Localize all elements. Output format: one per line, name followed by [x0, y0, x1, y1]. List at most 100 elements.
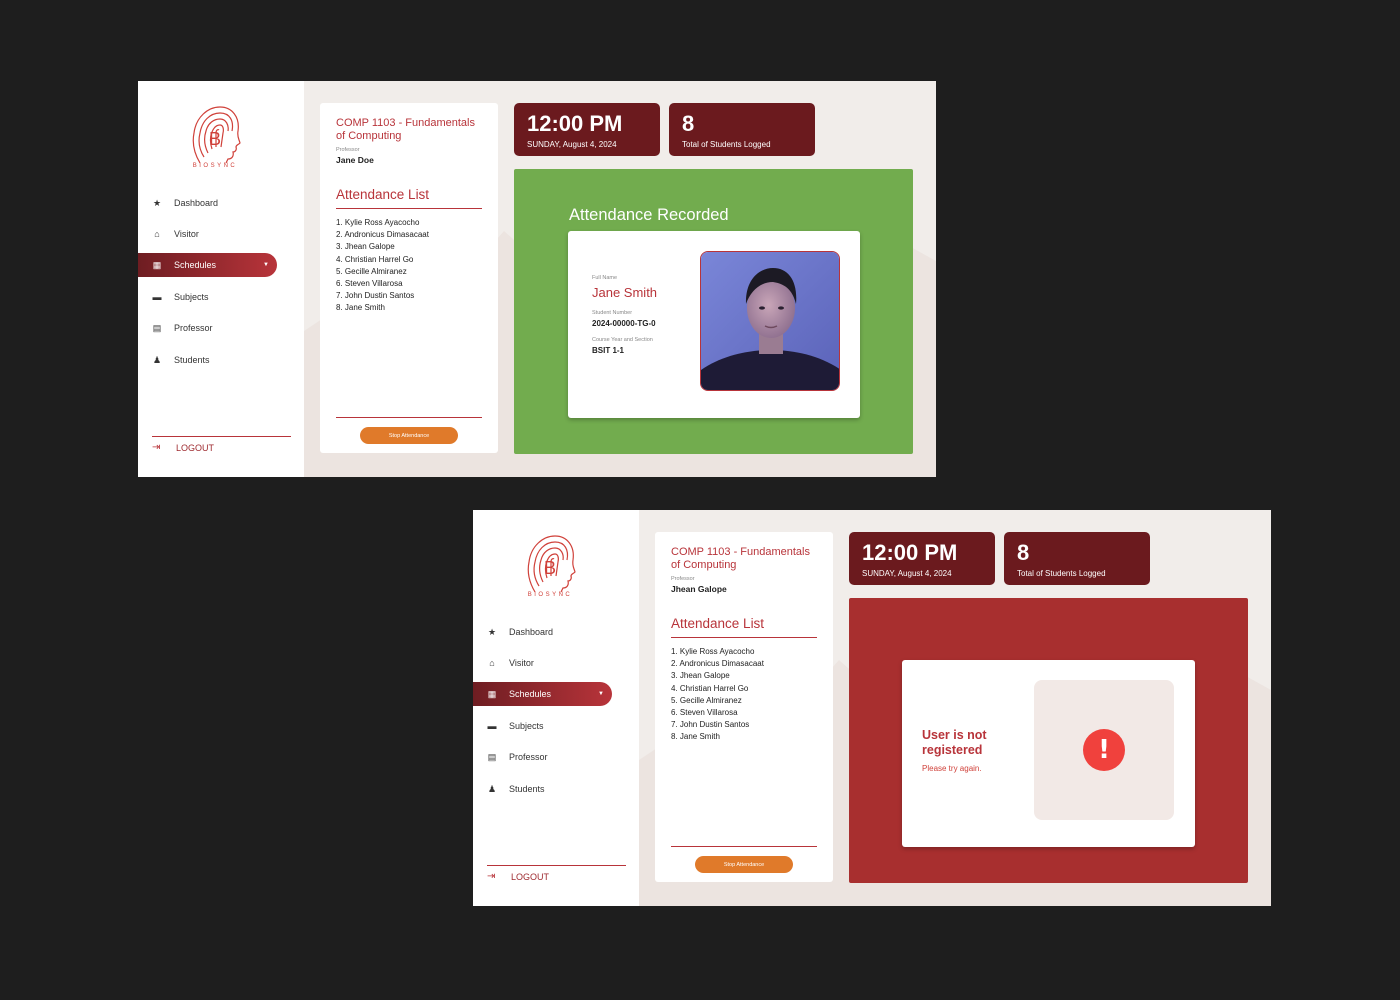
- list-item: 2. Andronicus Dimasacaat: [671, 659, 764, 669]
- sidebar-item-label: Schedules: [509, 689, 552, 699]
- attendance-list: 1. Kylie Ross Ayacocho 2. Andronicus Dim…: [336, 217, 429, 315]
- building-icon: ⌂: [154, 229, 160, 239]
- professor-name: Jhean Galope: [671, 584, 727, 594]
- students-logged-label: Total of Students Logged: [682, 140, 771, 149]
- calendar-icon: ▦: [487, 688, 497, 699]
- logout-divider: [487, 865, 626, 866]
- divider: [671, 637, 817, 638]
- class-info-card: COMP 1103 - Fundamentals of Computing Pr…: [320, 103, 498, 453]
- list-item: 6. Steven Villarosa: [671, 708, 738, 718]
- class-info-card: COMP 1103 - Fundamentals of Computing Pr…: [655, 532, 833, 882]
- students-logged-label: Total of Students Logged: [1017, 569, 1106, 578]
- svg-text:B: B: [209, 129, 221, 149]
- course-title: COMP 1103 - Fundamentals of Computing: [671, 546, 810, 571]
- sidebar-item-students[interactable]: ♟ Students: [473, 777, 612, 801]
- sidebar-item-schedules[interactable]: ▦ Schedules ▼: [473, 682, 612, 706]
- panel-heading: Attendance Recorded: [569, 206, 729, 224]
- list-item: 3. Jhean Galope: [671, 671, 730, 681]
- logout-icon: ⇥: [152, 442, 161, 453]
- logout-label: LOGOUT: [511, 871, 550, 882]
- sidebar-item-students[interactable]: ♟ Students: [138, 348, 277, 372]
- exclamation-icon: !: [1083, 729, 1125, 771]
- sidebar-item-professor[interactable]: ▤ Professor: [138, 316, 277, 340]
- full-name-label: Full Name: [592, 275, 618, 281]
- sidebar: B BIOSYNC ★ Dashboard ⌂ Visitor ▦ Schedu…: [473, 510, 639, 906]
- course-section: BSIT 1-1: [592, 346, 625, 355]
- students-icon: ♟: [487, 783, 497, 794]
- professor-name: Jane Doe: [336, 155, 374, 165]
- attendance-recorded-screen: B BIOSYNC ★ Dashboard ⌂ Visitor ▦ Schedu…: [138, 81, 936, 477]
- error-image-placeholder: !: [1034, 680, 1174, 820]
- students-icon: ♟: [152, 354, 162, 365]
- logo-text: BIOSYNC: [192, 163, 238, 169]
- students-logged-count: 8: [1017, 540, 1030, 565]
- sidebar-item-label: Professor: [174, 323, 213, 333]
- sidebar-item-label: Students: [174, 355, 210, 365]
- list-item: 7. John Dustin Santos: [671, 720, 750, 730]
- sidebar-item-professor[interactable]: ▤ Professor: [473, 745, 612, 769]
- stop-attendance-button[interactable]: Stop Attendance: [695, 856, 793, 873]
- student-photo: [700, 251, 840, 391]
- attendance-list-title: Attendance List: [336, 187, 430, 202]
- sidebar: B BIOSYNC ★ Dashboard ⌂ Visitor ▦ Schedu…: [138, 81, 304, 477]
- divider: [671, 846, 817, 847]
- professor-label: Professor: [671, 576, 695, 582]
- sidebar-item-label: Dashboard: [509, 627, 554, 637]
- attendance-list-title: Attendance List: [671, 616, 765, 631]
- stop-attendance-button[interactable]: Stop Attendance: [360, 427, 458, 444]
- list-item: 6. Steven Villarosa: [336, 279, 403, 289]
- list-item: 1. Kylie Ross Ayacocho: [671, 647, 755, 656]
- book-icon: ▬: [152, 292, 162, 302]
- current-time: 12:00 PM: [862, 540, 958, 565]
- sidebar-item-label: Visitor: [509, 658, 534, 668]
- biosync-logo-icon: B: [527, 535, 576, 593]
- list-item: 5. Gecille Almiranez: [336, 266, 407, 276]
- chevron-down-icon[interactable]: ▼: [263, 262, 269, 268]
- sidebar-item-dashboard[interactable]: ★ Dashboard: [138, 191, 277, 215]
- sidebar-item-label: Students: [509, 784, 545, 794]
- sidebar-item-subjects[interactable]: ▬ Subjects: [138, 285, 277, 309]
- sidebar-item-label: Professor: [509, 752, 548, 762]
- student-number: 2024-00000-TG-0: [592, 319, 656, 328]
- id-card-icon: ▤: [152, 322, 162, 333]
- list-item: 8. Jane Smith: [336, 303, 385, 313]
- sidebar-item-subjects[interactable]: ▬ Subjects: [473, 714, 612, 738]
- calendar-icon: ▦: [152, 259, 162, 270]
- students-logged-count: 8: [682, 111, 695, 136]
- id-card-icon: ▤: [487, 751, 497, 762]
- sidebar-item-dashboard[interactable]: ★ Dashboard: [473, 620, 612, 644]
- list-item: 3. Jhean Galope: [336, 242, 395, 252]
- current-date: SUNDAY, August 4, 2024: [862, 569, 952, 578]
- list-item: 7. John Dustin Santos: [336, 291, 415, 301]
- chevron-down-icon[interactable]: ▼: [598, 691, 604, 697]
- student-number-label: Student Number: [592, 310, 633, 316]
- sidebar-item-schedules[interactable]: ▦ Schedules ▼: [138, 253, 277, 277]
- course-title: COMP 1103 - Fundamentals of Computing: [336, 117, 475, 142]
- error-title: User is not registered: [922, 728, 987, 757]
- list-item: 4. Christian Harrel Go: [336, 254, 414, 264]
- list-item: 1. Kylie Ross Ayacocho: [336, 218, 420, 227]
- sidebar-item-label: Subjects: [174, 292, 209, 302]
- logout-icon: ⇥: [487, 871, 496, 882]
- user-not-registered-screen: B BIOSYNC ★ Dashboard ⌂ Visitor ▦ Schedu…: [473, 510, 1271, 906]
- divider: [336, 417, 482, 418]
- logout-button[interactable]: ⇥ LOGOUT: [487, 871, 549, 882]
- professor-label: Professor: [336, 147, 360, 153]
- current-time: 12:00 PM: [527, 111, 623, 136]
- sidebar-item-visitor[interactable]: ⌂ Visitor: [473, 651, 612, 675]
- list-item: 8. Jane Smith: [671, 732, 720, 742]
- logout-button[interactable]: ⇥ LOGOUT: [152, 442, 214, 453]
- logout-label: LOGOUT: [176, 442, 215, 453]
- divider: [336, 208, 482, 209]
- full-name: Jane Smith: [592, 285, 658, 300]
- book-icon: ▬: [487, 721, 497, 731]
- logout-divider: [152, 436, 291, 437]
- students-logged-card: 8 Total of Students Logged: [1004, 532, 1150, 585]
- error-subtitle: Please try again.: [922, 764, 982, 773]
- attendance-list: 1. Kylie Ross Ayacocho 2. Andronicus Dim…: [671, 646, 764, 744]
- students-logged-card: 8 Total of Students Logged: [669, 103, 815, 156]
- student-id-card: Full Name Jane Smith Student Number 2024…: [568, 231, 860, 418]
- logo-text: BIOSYNC: [527, 592, 573, 598]
- sidebar-item-visitor[interactable]: ⌂ Visitor: [138, 222, 277, 246]
- list-item: 2. Andronicus Dimasacaat: [336, 230, 429, 240]
